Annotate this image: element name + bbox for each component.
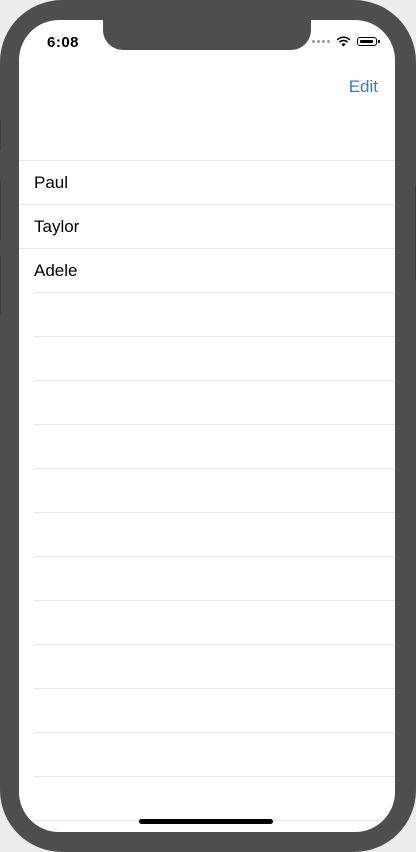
battery-icon: [357, 37, 380, 46]
empty-row-separator: [34, 644, 395, 688]
empty-row-separator: [34, 556, 395, 600]
empty-row-separator: [34, 336, 395, 380]
side-button-volume-down: [0, 255, 1, 315]
side-button-volume-up: [0, 180, 1, 240]
status-icons: [312, 36, 380, 47]
list-item-label: Adele: [34, 261, 78, 280]
empty-row-separator: [34, 292, 395, 336]
list-item-label: Paul: [34, 173, 69, 192]
empty-row-separator: [34, 732, 395, 776]
device-frame: 6:08 Edit Paul Taylor Adele: [0, 0, 416, 852]
empty-row-separator: [34, 776, 395, 820]
status-time: 6:08: [47, 34, 80, 51]
list-item[interactable]: Adele: [19, 248, 395, 292]
home-indicator[interactable]: [139, 819, 273, 824]
screen: 6:08 Edit Paul Taylor Adele: [19, 20, 395, 832]
empty-row-separator: [34, 600, 395, 644]
empty-row-separator: [34, 512, 395, 556]
notch: [103, 20, 311, 50]
list-item-label: Taylor: [34, 217, 80, 236]
table-view[interactable]: Paul Taylor Adele: [19, 160, 395, 832]
list-item[interactable]: Paul: [19, 160, 395, 204]
empty-row-separator: [34, 380, 395, 424]
cellular-signal-icon: [312, 40, 330, 43]
list-item[interactable]: Taylor: [19, 204, 395, 248]
empty-row-separator: [34, 688, 395, 732]
empty-row-separator: [34, 468, 395, 512]
edit-button[interactable]: Edit: [349, 77, 378, 97]
side-button-mute: [0, 120, 1, 150]
wifi-icon: [336, 36, 351, 47]
empty-row-separator: [34, 424, 395, 468]
